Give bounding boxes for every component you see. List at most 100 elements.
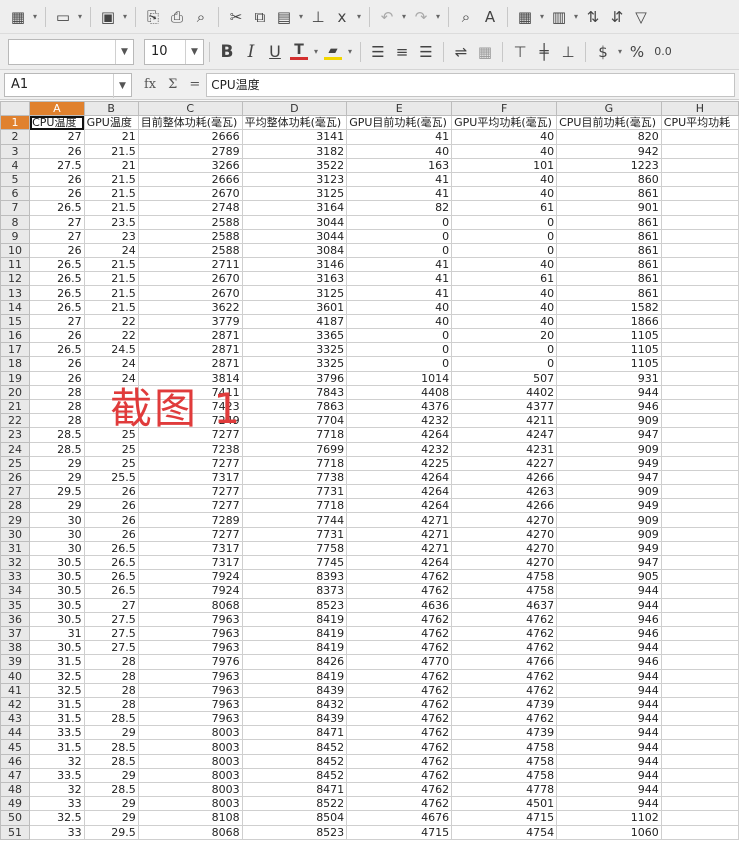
- data-cell[interactable]: 28: [83, 696, 139, 713]
- data-cell[interactable]: 4232: [346, 441, 453, 457]
- data-cell[interactable]: 860: [556, 171, 662, 188]
- data-cell[interactable]: 4762: [346, 753, 453, 769]
- data-cell[interactable]: 8419: [241, 625, 348, 642]
- data-cell[interactable]: 32: [29, 753, 85, 769]
- data-cell[interactable]: 40: [451, 186, 558, 202]
- data-cell[interactable]: 8373: [241, 583, 348, 599]
- data-cell[interactable]: 32.5: [29, 668, 85, 684]
- data-cell[interactable]: 4376: [346, 398, 453, 415]
- data-cell[interactable]: 8003: [137, 725, 243, 741]
- data-cell[interactable]: 3141: [241, 129, 348, 145]
- data-cell[interactable]: 4377: [451, 398, 558, 415]
- data-cell[interactable]: 3365: [241, 327, 348, 344]
- data-cell[interactable]: [660, 625, 739, 642]
- data-cell[interactable]: 0: [451, 356, 558, 372]
- data-cell[interactable]: 26.5: [29, 200, 85, 216]
- data-cell[interactable]: 4637: [451, 597, 558, 613]
- data-cell[interactable]: 8003: [137, 796, 243, 812]
- data-cell[interactable]: 4266: [451, 469, 558, 486]
- data-cell[interactable]: 30: [29, 512, 85, 528]
- row-header[interactable]: 10: [0, 242, 31, 259]
- data-cell[interactable]: 8108: [137, 810, 243, 826]
- data-cell[interactable]: 944: [556, 753, 662, 769]
- data-cell[interactable]: 949: [556, 540, 662, 557]
- data-cell[interactable]: 7924: [137, 569, 243, 585]
- function-wizard-icon[interactable]: fx: [144, 77, 156, 92]
- chevron-down-icon[interactable]: ▾: [571, 5, 581, 29]
- data-cell[interactable]: 7976: [137, 654, 243, 670]
- highlight-color-button[interactable]: ▰: [321, 40, 345, 64]
- data-cell[interactable]: 26.5: [83, 554, 139, 571]
- data-cell[interactable]: 7731: [241, 526, 348, 542]
- data-cell[interactable]: 28: [29, 384, 85, 400]
- data-cell[interactable]: [660, 484, 739, 500]
- data-cell[interactable]: [660, 810, 739, 826]
- data-cell[interactable]: 4758: [451, 739, 558, 755]
- data-cell[interactable]: 909: [556, 441, 662, 457]
- data-cell[interactable]: 27: [29, 313, 85, 330]
- data-cell[interactable]: 61: [451, 200, 558, 216]
- data-cell[interactable]: 26: [29, 370, 85, 386]
- spreadsheet-grid[interactable]: ABCDEFGH 1 CPU温度 GPU温度 目前整体功耗(毫瓦) 平均整体功耗(毫瓦)…: [0, 101, 739, 860]
- chevron-down-icon[interactable]: ▾: [615, 40, 625, 64]
- data-cell[interactable]: [660, 200, 739, 216]
- data-cell[interactable]: [660, 668, 739, 684]
- row-header[interactable]: 20: [0, 384, 31, 400]
- data-cell[interactable]: [660, 796, 739, 812]
- data-cell[interactable]: 40: [451, 171, 558, 188]
- header-cell[interactable]: GPU平均功耗(毫瓦): [451, 115, 558, 131]
- data-cell[interactable]: 27: [83, 597, 139, 613]
- data-cell[interactable]: 4266: [451, 498, 558, 514]
- data-cell[interactable]: 4762: [346, 796, 453, 812]
- data-cell[interactable]: [660, 569, 739, 585]
- data-cell[interactable]: 27.5: [29, 157, 85, 173]
- data-cell[interactable]: 8523: [241, 597, 348, 613]
- data-cell[interactable]: 4762: [346, 781, 453, 798]
- row-header[interactable]: 51: [0, 824, 31, 840]
- data-cell[interactable]: 8003: [137, 739, 243, 755]
- data-cell[interactable]: 7843: [241, 384, 348, 400]
- data-cell[interactable]: 4766: [451, 654, 558, 670]
- data-cell[interactable]: 41: [346, 257, 453, 273]
- align-left-icon[interactable]: ☰: [366, 40, 390, 64]
- chevron-down-icon[interactable]: ▾: [433, 5, 443, 29]
- row-header[interactable]: 26: [0, 469, 31, 486]
- data-cell[interactable]: 22: [83, 327, 139, 344]
- data-cell[interactable]: 4762: [346, 682, 453, 698]
- data-cell[interactable]: 31: [29, 625, 85, 642]
- data-cell[interactable]: 4758: [451, 753, 558, 769]
- align-bottom-icon[interactable]: ⊥: [556, 40, 580, 64]
- data-cell[interactable]: 28.5: [29, 441, 85, 457]
- data-cell[interactable]: 7277: [137, 526, 243, 542]
- data-cell[interactable]: 8426: [241, 654, 348, 670]
- column-header-e[interactable]: E: [346, 101, 453, 117]
- data-cell[interactable]: [660, 257, 739, 273]
- data-cell[interactable]: 29: [83, 767, 139, 784]
- data-cell[interactable]: 949: [556, 455, 662, 471]
- data-cell[interactable]: 26.5: [29, 271, 85, 287]
- data-cell[interactable]: [660, 767, 739, 784]
- wrap-text-icon[interactable]: ⇌: [449, 40, 473, 64]
- data-cell[interactable]: 909: [556, 526, 662, 542]
- data-cell[interactable]: 40: [346, 143, 453, 159]
- data-cell[interactable]: 7863: [241, 398, 348, 415]
- data-cell[interactable]: 7249: [137, 413, 243, 429]
- data-cell[interactable]: 28: [83, 668, 139, 684]
- data-cell[interactable]: 2588: [137, 242, 243, 259]
- column-header-g[interactable]: G: [556, 101, 662, 117]
- align-center-icon[interactable]: ≡: [390, 40, 414, 64]
- data-cell[interactable]: 944: [556, 668, 662, 684]
- bold-button[interactable]: B: [215, 40, 239, 64]
- data-cell[interactable]: [660, 214, 739, 230]
- data-cell[interactable]: [660, 554, 739, 571]
- select-all-corner[interactable]: [0, 101, 31, 117]
- chevron-down-icon[interactable]: ▾: [399, 5, 409, 29]
- data-cell[interactable]: 21.5: [83, 200, 139, 216]
- data-cell[interactable]: [660, 427, 739, 443]
- row-header[interactable]: 9: [0, 228, 31, 244]
- data-cell[interactable]: 4636: [346, 597, 453, 613]
- font-color-button[interactable]: T: [287, 40, 311, 64]
- row-header[interactable]: 13: [0, 285, 31, 301]
- data-cell[interactable]: 4758: [451, 583, 558, 599]
- data-cell[interactable]: 26.5: [29, 299, 85, 315]
